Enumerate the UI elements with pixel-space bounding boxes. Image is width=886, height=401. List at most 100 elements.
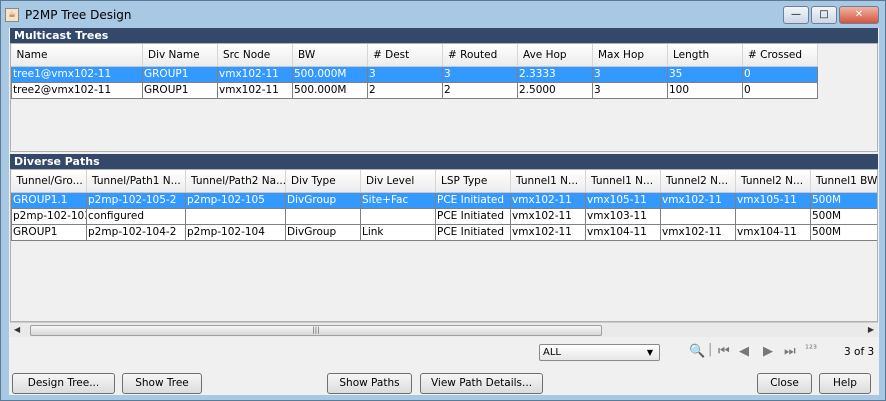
diverse-paths-header: Diverse Paths	[10, 154, 878, 169]
table-cell	[360, 207, 436, 225]
view-path-details-button[interactable]: View Path Details...	[420, 373, 543, 394]
scroll-right-icon[interactable]: ▶	[868, 325, 874, 334]
table-cell: vmx102-11	[510, 223, 586, 241]
table-row[interactable]: GROUP1 p2mp-102-104-2 p2mp-102-104 DivGroup…	[11, 223, 877, 241]
table-cell: 0	[742, 65, 818, 83]
table-cell	[185, 207, 286, 225]
column-header[interactable]: Max Hop	[592, 44, 668, 67]
page-count: 3 of 3	[844, 346, 875, 358]
filter-select[interactable]: ALL ▼	[539, 344, 660, 361]
scroll-left-icon[interactable]: ◀	[14, 325, 20, 334]
column-header[interactable]: Ave Hop	[517, 44, 593, 67]
column-header[interactable]: Tunnel/Path2 Na...	[185, 170, 286, 193]
table-cell: vmx103-11	[585, 207, 661, 225]
table-cell: tree2@vmx102-11	[11, 81, 143, 99]
page-number-icon[interactable]: ¹²³	[805, 344, 817, 355]
table-cell: 35	[667, 65, 743, 83]
close-window-button[interactable]: ✕	[839, 6, 879, 24]
table-cell: Link	[360, 223, 436, 241]
table-cell: vmx104-11	[735, 223, 811, 241]
column-header[interactable]: # Crossed	[742, 44, 818, 67]
dialog-window: ☕ P2MP Tree Design — □ ✕ Multicast Trees…	[0, 0, 886, 401]
table-cell: tree1@vmx102-11	[11, 65, 143, 83]
separator: |	[708, 342, 713, 357]
column-header[interactable]: Div Level	[360, 170, 436, 193]
minimize-button[interactable]: —	[783, 6, 809, 24]
column-header[interactable]: Src Node	[217, 44, 293, 67]
column-header[interactable]: Tunnel/Gro...	[11, 170, 87, 193]
table-cell: 2.3333	[517, 65, 593, 83]
table-cell: 500.000M	[292, 81, 368, 99]
table-cell	[660, 207, 736, 225]
table-cell: p2mp-102-104-2	[86, 223, 186, 241]
table-cell: vmx102-11	[217, 81, 293, 99]
column-header[interactable]: # Dest	[367, 44, 443, 67]
table-cell: 500M	[810, 207, 877, 225]
table-cell: vmx102-11	[660, 191, 736, 209]
horizontal-scrollbar[interactable]: ◀ ||| ▶	[10, 322, 878, 337]
column-header[interactable]: Tunnel1 BW	[810, 170, 877, 193]
header-row: Tunnel/Gro... Tunnel/Path1 N... Tunnel/Pat…	[11, 170, 877, 193]
table-cell	[285, 207, 361, 225]
close-button[interactable]: Close	[757, 373, 812, 394]
column-header[interactable]: Tunnel2 N...	[735, 170, 811, 193]
design-tree-button[interactable]: Design Tree...	[12, 373, 115, 394]
column-header[interactable]: Tunnel2 N...	[660, 170, 736, 193]
multicast-trees-table: Name Div Name Src Node BW # Dest # Routed Ave …	[10, 43, 878, 152]
table-row[interactable]: p2mp-102-103 configured PCE Initiated vmx10…	[11, 207, 877, 225]
table-cell: PCE Initiated	[435, 207, 511, 225]
table-cell: p2mp-102-104	[185, 223, 286, 241]
table-cell: p2mp-102-105	[185, 191, 286, 209]
help-button[interactable]: Help	[819, 373, 871, 394]
window-title: P2MP Tree Design	[25, 8, 132, 22]
table-cell: GROUP1	[11, 223, 87, 241]
table-row[interactable]: tree1@vmx102-11 GROUP1 vmx102-11 500.000M 3 3…	[11, 65, 818, 83]
table-cell: Site+Fac	[360, 191, 436, 209]
table-cell: 3	[442, 65, 518, 83]
table-cell	[735, 207, 811, 225]
first-page-icon[interactable]: ⏮	[718, 344, 730, 359]
table-cell: p2mp-102-105-2	[86, 191, 186, 209]
table-cell: vmx102-11	[510, 207, 586, 225]
header-row: Name Div Name Src Node BW # Dest # Routed Ave …	[11, 44, 818, 67]
show-tree-button[interactable]: Show Tree	[122, 373, 202, 394]
column-header[interactable]: Tunnel1 N...	[510, 170, 586, 193]
table-cell: 2.5000	[517, 81, 593, 99]
table-cell: DivGroup	[285, 191, 361, 209]
column-header[interactable]: Tunnel1 N...	[585, 170, 661, 193]
table-cell: GROUP1	[142, 81, 218, 99]
search-add-icon[interactable]: 🔍	[689, 344, 705, 359]
column-header[interactable]: Div Name	[142, 44, 218, 67]
table-cell: vmx102-11	[217, 65, 293, 83]
maximize-button[interactable]: □	[811, 6, 837, 24]
table-cell: 2	[442, 81, 518, 99]
table-row[interactable]: GROUP1.1 p2mp-102-105-2 p2mp-102-105 DivGro…	[11, 191, 877, 209]
column-header[interactable]: LSP Type	[435, 170, 511, 193]
show-paths-button[interactable]: Show Paths	[327, 373, 412, 394]
table-cell: GROUP1.1	[11, 191, 87, 209]
multicast-trees-header: Multicast Trees	[10, 28, 878, 43]
java-app-icon: ☕	[5, 8, 19, 22]
prev-page-icon[interactable]: ◀	[739, 344, 749, 359]
table-cell: 3	[367, 65, 443, 83]
column-header[interactable]: Div Type	[285, 170, 361, 193]
title-bar: ☕ P2MP Tree Design	[5, 5, 132, 25]
column-header[interactable]: Name	[11, 44, 143, 67]
table-cell: vmx105-11	[585, 191, 661, 209]
dialog-content: Multicast Trees Name Div Name Src Node BW # …	[9, 28, 879, 395]
table-cell: vmx104-11	[585, 223, 661, 241]
column-header[interactable]: Tunnel/Path1 N...	[86, 170, 186, 193]
column-header[interactable]: # Routed	[442, 44, 518, 67]
next-page-icon[interactable]: ▶	[763, 344, 773, 359]
table-row[interactable]: tree2@vmx102-11 GROUP1 vmx102-11 500.000M 2 2…	[11, 81, 818, 99]
last-page-icon[interactable]: ⏭	[784, 344, 796, 359]
table-cell: GROUP1	[142, 65, 218, 83]
table-cell: configured	[86, 207, 186, 225]
column-header[interactable]: BW	[292, 44, 368, 67]
table-cell: 500M	[810, 191, 877, 209]
scrollbar-thumb[interactable]: |||	[30, 325, 602, 336]
column-header[interactable]: Length	[667, 44, 743, 67]
table-cell: 500M	[810, 223, 877, 241]
table-cell: 3	[592, 81, 668, 99]
diverse-paths-table: Tunnel/Gro... Tunnel/Path1 N... Tunnel/Pat…	[10, 169, 878, 322]
